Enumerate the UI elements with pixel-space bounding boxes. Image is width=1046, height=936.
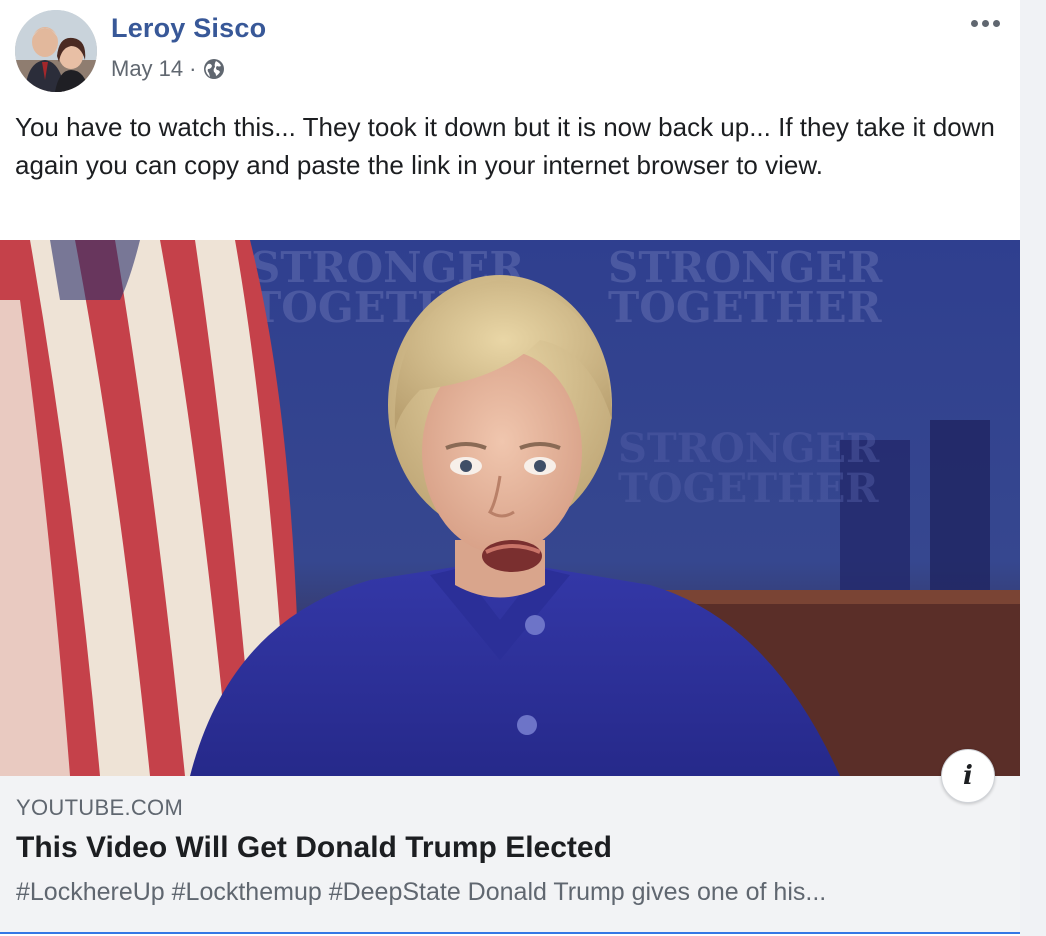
svg-text:TOGETHER: TOGETHER: [608, 283, 883, 332]
info-button[interactable]: i: [941, 749, 995, 803]
scrollbar-track[interactable]: [1020, 0, 1046, 936]
post-date[interactable]: May 14: [111, 56, 183, 82]
post-meta: May 14 ·: [111, 55, 226, 83]
link-domain: YOUTUBE.COM: [16, 795, 184, 820]
globe-icon[interactable]: [202, 57, 226, 81]
link-title[interactable]: This Video Will Get Donald Trump Elected: [16, 831, 612, 865]
more-options-button[interactable]: [962, 8, 1008, 38]
more-options-icon: [970, 19, 978, 27]
avatar[interactable]: [15, 10, 97, 92]
link-preview[interactable]: YOUTUBE.COM This Video Will Get Donald T…: [0, 776, 1020, 934]
link-description: #LockhereUp #Lockthemup #DeepState Donal…: [16, 878, 827, 906]
post-card: Leroy Sisco May 14 · You have to watch t…: [0, 0, 1020, 936]
svg-text:TOGETHER: TOGETHER: [618, 465, 879, 512]
post-text: You have to watch this... They took it d…: [15, 112, 995, 180]
video-thumbnail[interactable]: STRONGER STRONGER TOGETHER TOGETHER STRO…: [0, 240, 1020, 776]
author-name[interactable]: Leroy Sisco: [111, 13, 266, 44]
meta-separator: ·: [189, 56, 197, 81]
